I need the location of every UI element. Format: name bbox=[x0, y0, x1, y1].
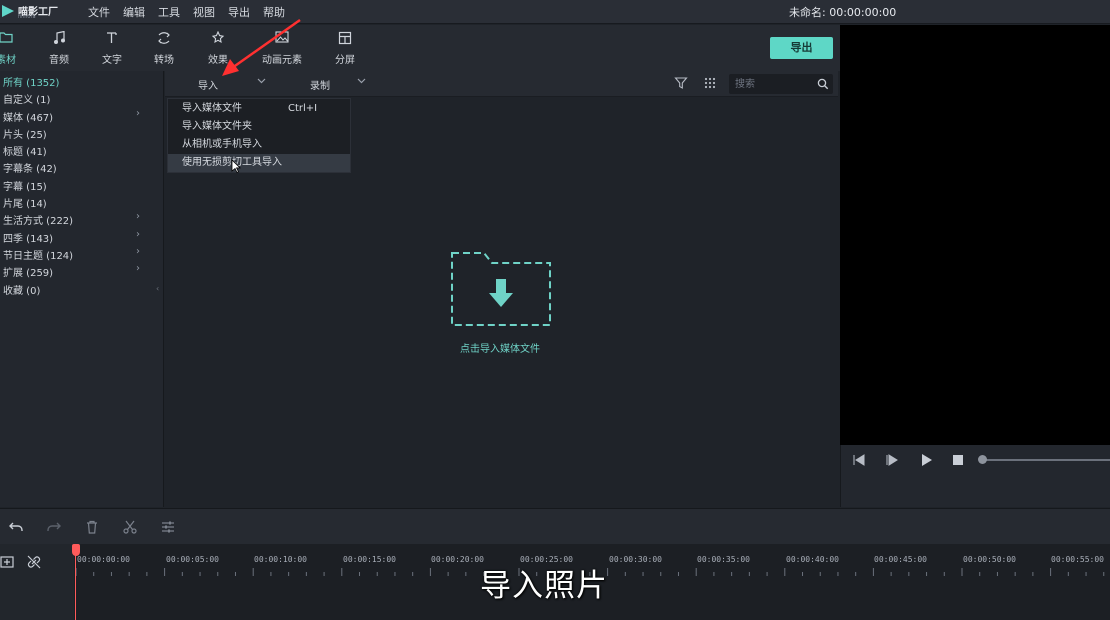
import-shortcut: Ctrl+I bbox=[288, 103, 318, 114]
category-panel: 所有 (1352) 自定义 (1) 媒体 (467) › 片头 (25) 标题 … bbox=[0, 71, 164, 507]
collapse-panel-icon[interactable]: ‹ bbox=[156, 284, 159, 293]
tab-media-label: 素材 bbox=[0, 55, 16, 66]
mouse-cursor-icon bbox=[231, 159, 241, 174]
stop-icon[interactable] bbox=[950, 452, 966, 468]
split-screen-icon bbox=[317, 31, 373, 49]
link-icon[interactable] bbox=[26, 554, 42, 570]
video-subtitle: 导入照片 bbox=[480, 568, 608, 604]
category-holidays[interactable]: 节日主题 (124) bbox=[3, 247, 73, 262]
import-from-device-item[interactable]: 从相机或手机导入 bbox=[168, 136, 350, 154]
playback-slider-track[interactable] bbox=[982, 459, 1110, 461]
preview-viewer bbox=[840, 25, 1110, 445]
category-media[interactable]: 媒体 (467) bbox=[3, 109, 53, 124]
search-input[interactable] bbox=[735, 77, 815, 91]
tick-label: 00:00:45:00 bbox=[874, 555, 927, 564]
search-field[interactable] bbox=[729, 74, 833, 94]
annotation-arrow-icon bbox=[222, 18, 301, 76]
timeline-track-header bbox=[0, 544, 74, 620]
previous-frame-icon[interactable] bbox=[851, 452, 867, 468]
import-media-files-label: 导入媒体文件 bbox=[182, 103, 242, 114]
music-note-icon bbox=[31, 30, 87, 49]
tab-split-screen-label: 分屏 bbox=[335, 55, 355, 66]
app-name-sub: filmora bbox=[18, 14, 36, 20]
add-track-icon[interactable] bbox=[0, 554, 16, 570]
adjust-icon[interactable] bbox=[160, 519, 176, 535]
import-media-files-item[interactable]: 导入媒体文件 Ctrl+I bbox=[168, 100, 350, 118]
logo-icon bbox=[2, 5, 14, 17]
export-button[interactable]: 导出 bbox=[770, 37, 833, 59]
tab-transition[interactable]: 转场 bbox=[136, 31, 192, 66]
next-frame-icon[interactable] bbox=[884, 452, 900, 468]
playhead-handle[interactable] bbox=[72, 544, 80, 556]
menu-bar: 喵影工厂 filmora 文件 编辑 工具 视图 导出 帮助 未命名: 00:0… bbox=[0, 0, 1110, 24]
category-intro[interactable]: 片头 (25) bbox=[3, 126, 47, 141]
category-seasons[interactable]: 四季 (143) bbox=[3, 230, 53, 245]
category-extensions[interactable]: 扩展 (259) bbox=[3, 264, 53, 279]
record-dropdown[interactable]: 录制 bbox=[310, 77, 330, 92]
tick-label: 00:00:30:00 bbox=[609, 555, 662, 564]
tick-label: 00:00:05:00 bbox=[166, 555, 219, 564]
menu-edit[interactable]: 编辑 bbox=[123, 4, 145, 20]
tab-transition-label: 转场 bbox=[154, 55, 174, 66]
playback-slider-knob[interactable] bbox=[978, 455, 987, 464]
chevron-right-icon[interactable]: › bbox=[136, 108, 140, 119]
search-icon[interactable] bbox=[817, 78, 829, 90]
delete-icon[interactable] bbox=[84, 519, 100, 535]
tab-media[interactable]: 素材 bbox=[0, 31, 34, 66]
undo-icon[interactable] bbox=[8, 519, 24, 535]
tick-label: 00:00:50:00 bbox=[963, 555, 1016, 564]
chevron-down-icon[interactable] bbox=[357, 76, 366, 88]
import-drop-zone[interactable] bbox=[450, 251, 552, 327]
media-toolbar: 素材 音频 文字 转场 效果 动画元素 分屏 bbox=[0, 25, 840, 71]
cut-icon[interactable] bbox=[122, 519, 138, 535]
project-title: 未命名: 00:00:00:00 bbox=[789, 6, 897, 19]
tick-label: 00:00:40:00 bbox=[786, 555, 839, 564]
play-icon[interactable] bbox=[918, 452, 934, 468]
chevron-right-icon[interactable]: › bbox=[136, 263, 140, 274]
category-lifestyle[interactable]: 生活方式 (222) bbox=[3, 212, 73, 227]
chevron-right-icon[interactable]: › bbox=[136, 229, 140, 240]
import-menu: 导入媒体文件 Ctrl+I 导入媒体文件夹 从相机或手机导入 使用无损剪切工具导… bbox=[167, 98, 351, 173]
tick-label: 00:00:10:00 bbox=[254, 555, 307, 564]
menu-tools[interactable]: 工具 bbox=[158, 4, 180, 20]
tab-audio-label: 音频 bbox=[49, 55, 69, 66]
chevron-right-icon[interactable]: › bbox=[136, 211, 140, 222]
folder-download-icon bbox=[451, 252, 551, 326]
redo-icon[interactable] bbox=[46, 519, 62, 535]
transition-icon bbox=[136, 31, 192, 49]
tick-label: 00:00:55:00 bbox=[1051, 555, 1104, 564]
category-outro[interactable]: 片尾 (14) bbox=[3, 195, 47, 210]
import-media-folder-item[interactable]: 导入媒体文件夹 bbox=[168, 118, 350, 136]
category-lower-thirds[interactable]: 字幕条 (42) bbox=[3, 160, 57, 175]
tick-label: 00:00:20:00 bbox=[431, 555, 484, 564]
grid-view-icon[interactable] bbox=[704, 77, 716, 89]
text-icon bbox=[84, 31, 140, 49]
tick-label: 00:00:35:00 bbox=[697, 555, 750, 564]
timeline-toolbar bbox=[0, 508, 1110, 544]
folder-icon bbox=[0, 31, 34, 49]
category-subtitles[interactable]: 字幕 (15) bbox=[3, 178, 47, 193]
category-favorites[interactable]: 收藏 (0) bbox=[3, 282, 40, 297]
drop-zone-text[interactable]: 点击导入媒体文件 bbox=[440, 340, 560, 355]
tick-label: 00:00:15:00 bbox=[343, 555, 396, 564]
tab-text[interactable]: 文字 bbox=[84, 31, 140, 66]
menu-file[interactable]: 文件 bbox=[88, 4, 110, 20]
category-custom[interactable]: 自定义 (1) bbox=[3, 91, 50, 106]
tick-label: 00:00:00:00 bbox=[77, 555, 130, 564]
category-titles[interactable]: 标题 (41) bbox=[3, 143, 47, 158]
category-all[interactable]: 所有 (1352) bbox=[3, 74, 59, 89]
app-logo: 喵影工厂 filmora bbox=[2, 3, 62, 21]
tab-audio[interactable]: 音频 bbox=[31, 30, 87, 66]
tab-text-label: 文字 bbox=[102, 55, 122, 66]
player-controls bbox=[840, 445, 1110, 507]
tab-split-screen[interactable]: 分屏 bbox=[317, 31, 373, 66]
chevron-right-icon[interactable]: › bbox=[136, 246, 140, 257]
filter-icon[interactable] bbox=[674, 76, 688, 90]
import-lossless-cut-item[interactable]: 使用无损剪切工具导入 bbox=[168, 154, 350, 172]
